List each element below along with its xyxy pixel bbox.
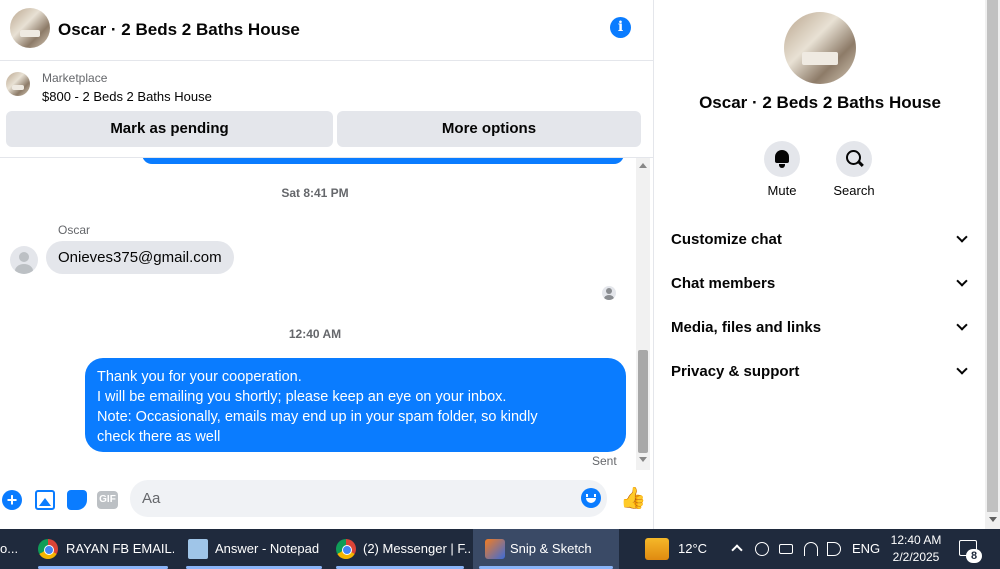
thumbs-up-icon[interactable]: 👍 [620, 488, 646, 510]
weather-temp[interactable]: 12°C [678, 529, 707, 569]
mute-button[interactable]: Mute [752, 141, 812, 198]
scroll-down-arrow-icon[interactable] [639, 457, 647, 462]
clock-date: 2/2/2025 [892, 550, 940, 564]
chevron-down-icon [956, 275, 968, 287]
weather-icon[interactable] [645, 538, 669, 560]
chat-pane: Oscar · 2 Beds 2 Baths House i Marketpla… [0, 0, 653, 529]
taskbar-item-chrome-rayan[interactable]: RAYAN FB EMAIL... [32, 529, 174, 569]
message-input[interactable] [142, 480, 572, 517]
clock[interactable]: 12:40 AM 2/2/2025 [888, 532, 944, 566]
info-title: Oscar · 2 Beds 2 Baths House [699, 93, 941, 112]
composer: + GIF 👍 [0, 471, 653, 529]
marketplace-banner: Marketplace $800 - 2 Beds 2 Baths House … [0, 62, 653, 158]
section-customize-chat[interactable]: Customize chat [670, 225, 970, 253]
sender-name: Oscar [58, 223, 91, 237]
taskbar-item-messenger[interactable]: (2) Messenger | F... [330, 529, 470, 569]
taskbar-item-label: RAYAN FB EMAIL... [66, 541, 174, 556]
search-label: Search [833, 183, 875, 198]
meet-now-icon[interactable] [755, 542, 769, 556]
info-panel: Oscar · 2 Beds 2 Baths House Mute Search… [653, 0, 985, 529]
seen-avatar-icon [602, 286, 616, 300]
info-icon[interactable]: i [610, 17, 631, 38]
taskbar-item-label: Snip & Sketch [510, 541, 592, 556]
battery-icon[interactable] [779, 544, 793, 554]
incoming-message[interactable]: Onieves375@gmail.com [46, 241, 234, 274]
outgoing-message[interactable]: Thank you for your cooperation. I will b… [85, 358, 626, 452]
more-options-button[interactable]: More options [337, 111, 641, 147]
chat-header: Oscar · 2 Beds 2 Baths House i [0, 0, 653, 61]
window-scroll-thumb[interactable] [987, 0, 998, 512]
sticker-icon[interactable] [67, 490, 87, 510]
chat-title[interactable]: Oscar · 2 Beds 2 Baths House [58, 20, 300, 40]
timestamp: 12:40 AM [288, 327, 342, 341]
timestamp: Sat 8:41 PM [281, 186, 349, 200]
chevron-down-icon [956, 231, 968, 243]
section-label: Privacy & support [671, 363, 800, 380]
chevron-down-icon [956, 319, 968, 331]
section-label: Chat members [671, 275, 776, 292]
emoji-icon[interactable] [581, 488, 601, 508]
notepad-icon [188, 539, 208, 559]
search-icon[interactable] [836, 141, 872, 177]
snip-sketch-icon [485, 539, 505, 559]
section-label: Media, files and links [671, 319, 822, 336]
taskbar-item-snip-sketch[interactable]: Snip & Sketch [473, 529, 619, 569]
window-scrollbar[interactable] [985, 0, 1000, 529]
volume-icon[interactable] [827, 542, 841, 556]
scroll-thumb[interactable] [638, 350, 648, 453]
message-line: check there as well [97, 429, 221, 445]
chevron-up-icon[interactable] [731, 544, 743, 556]
search-button[interactable]: Search [824, 141, 884, 198]
message-line: Thank you for your cooperation. [97, 369, 302, 385]
info-avatar[interactable] [784, 12, 856, 84]
mute-label: Mute [767, 183, 797, 198]
scroll-down-arrow-icon[interactable] [989, 517, 997, 522]
section-privacy-support[interactable]: Privacy & support [670, 357, 970, 385]
taskbar: o... RAYAN FB EMAIL... Answer - Notepad … [0, 529, 1000, 569]
chat-avatar[interactable] [10, 8, 50, 48]
chrome-icon [336, 539, 356, 559]
taskbar-item-label: (2) Messenger | F... [363, 541, 470, 556]
marketplace-label: Marketplace [42, 71, 108, 85]
taskbar-item[interactable]: o... [0, 529, 30, 569]
message-input-box[interactable] [130, 480, 607, 517]
clock-time: 12:40 AM [890, 533, 942, 547]
message-line: Note: Occasionally, emails may end up in… [97, 409, 538, 425]
chrome-icon [38, 539, 58, 559]
message-line: I will be emailing you shortly; please k… [97, 389, 507, 405]
listing-thumbnail[interactable] [6, 72, 30, 96]
bell-icon[interactable] [764, 141, 800, 177]
section-label: Customize chat [671, 231, 782, 248]
previous-message-bubble [142, 158, 624, 164]
language-indicator[interactable]: ENG [852, 529, 880, 569]
photo-icon[interactable] [35, 490, 55, 510]
notification-badge: 8 [966, 549, 982, 563]
plus-icon[interactable]: + [2, 490, 22, 510]
message-list: Sat 8:41 PM Oscar Onieves375@gmail.com 1… [0, 158, 636, 471]
section-media-files-links[interactable]: Media, files and links [670, 313, 970, 341]
taskbar-item-label: o... [0, 541, 19, 556]
mark-as-pending-button[interactable]: Mark as pending [6, 111, 333, 147]
gif-icon[interactable]: GIF [97, 491, 118, 509]
section-chat-members[interactable]: Chat members [670, 269, 970, 297]
taskbar-item-label: Answer - Notepad [215, 541, 320, 556]
app-window: Oscar · 2 Beds 2 Baths House i Marketpla… [0, 0, 1000, 569]
message-scrollbar[interactable] [636, 158, 650, 470]
chevron-down-icon [956, 363, 968, 375]
listing-price[interactable]: $800 - 2 Beds 2 Baths House [42, 89, 212, 104]
taskbar-item-notepad[interactable]: Answer - Notepad [180, 529, 328, 569]
scroll-up-arrow-icon[interactable] [639, 163, 647, 168]
wifi-icon[interactable] [804, 542, 818, 556]
sender-avatar[interactable] [10, 246, 38, 274]
message-status: Sent [592, 454, 617, 468]
